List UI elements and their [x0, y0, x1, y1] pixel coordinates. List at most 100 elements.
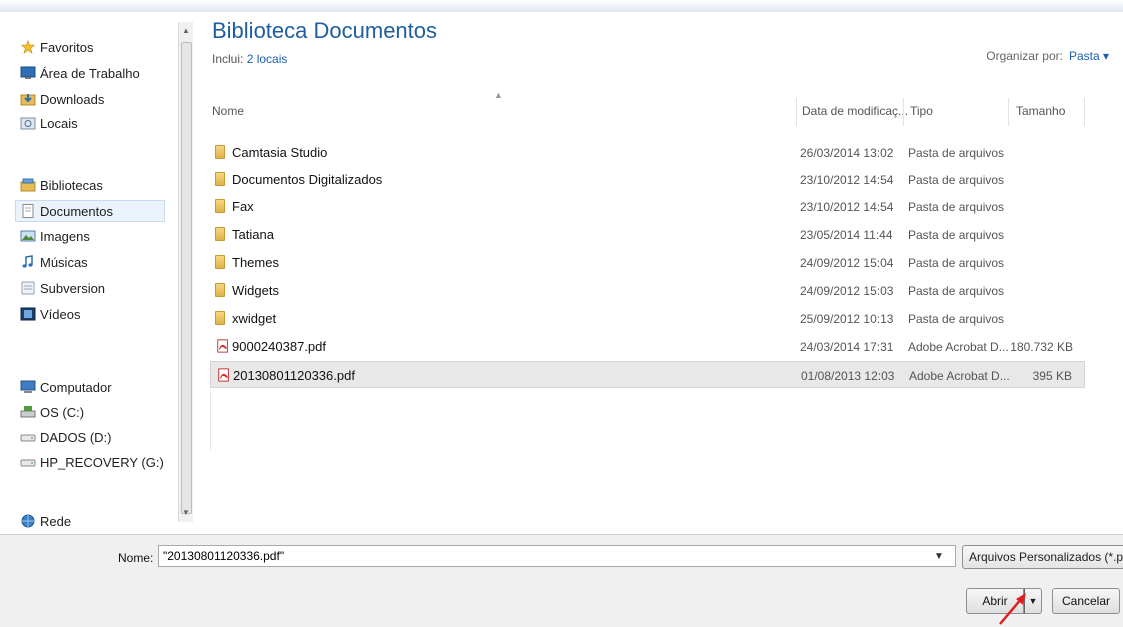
nav-favoritos[interactable]: Favoritos: [20, 36, 175, 58]
navigation-scrollbar[interactable]: ▲ ▼: [178, 22, 193, 522]
file-date: 24/03/2014 17:31: [800, 340, 894, 354]
file-row[interactable]: Camtasia Studio 26/03/2014 13:02 Pasta d…: [210, 139, 1085, 166]
desktop-icon: [20, 66, 36, 79]
file-name: Widgets: [232, 283, 279, 298]
file-row[interactable]: Documentos Digitalizados 23/10/2012 14:5…: [210, 166, 1085, 193]
file-row[interactable]: Tatiana 23/05/2014 11:44 Pasta de arquiv…: [210, 221, 1085, 248]
video-icon: [20, 307, 36, 321]
file-name: Themes: [232, 255, 279, 270]
file-name: Fax: [232, 199, 254, 214]
pictures-icon: [20, 230, 36, 242]
nav-label: Bibliotecas: [40, 177, 103, 193]
file-type-filter-dropdown[interactable]: Arquivos Personalizados (*.pdf) ▾: [962, 545, 1123, 569]
nav-label: Área de Trabalho: [40, 65, 140, 81]
file-name: Tatiana: [232, 227, 274, 242]
scroll-up-icon[interactable]: ▲: [182, 26, 190, 35]
folder-icon: [215, 255, 231, 269]
file-row-selected[interactable]: 20130801120336.pdf 01/08/2013 12:03 Adob…: [210, 361, 1085, 388]
folder-icon: [215, 311, 231, 325]
file-date: 23/10/2012 14:54: [800, 200, 894, 214]
nav-label: Subversion: [40, 280, 106, 296]
folder-icon: [215, 227, 231, 241]
file-name: 9000240387.pdf: [232, 339, 326, 354]
nav-subversion[interactable]: Subversion: [20, 277, 175, 299]
library-includes: Inclui: 2 locais: [212, 52, 287, 66]
file-date: 24/09/2012 15:04: [800, 256, 894, 270]
file-type: Pasta de arquivos: [908, 146, 1005, 160]
nav-label: Downloads: [40, 91, 105, 107]
file-row[interactable]: Fax 23/10/2012 14:54 Pasta de arquivos: [210, 193, 1085, 220]
nav-downloads[interactable]: Downloads: [20, 88, 175, 110]
computer-icon: [20, 380, 36, 393]
nav-documentos[interactable]: Documentos: [15, 200, 165, 222]
nav-label: Músicas: [40, 254, 88, 270]
column-header-name[interactable]: Nome: [212, 104, 244, 118]
folder-icon: [215, 145, 231, 159]
file-name: 20130801120336.pdf: [233, 368, 355, 383]
pdf-icon: [217, 339, 228, 353]
column-header-type[interactable]: Tipo: [910, 104, 933, 118]
nav-label: Computador: [40, 379, 112, 395]
file-list-edge: [210, 390, 211, 450]
scroll-down-icon[interactable]: ▼: [182, 508, 190, 517]
file-type: Pasta de arquivos: [908, 256, 1005, 270]
arrange-by-label: Organizar por:: [986, 49, 1063, 63]
navigation-pane: Favoritos Área de Trabalho Downloads Loc…: [0, 12, 178, 534]
nav-label: Documentos: [40, 203, 113, 219]
cancel-button[interactable]: Cancelar: [1052, 588, 1120, 614]
sort-indicator-icon: ▲: [494, 90, 503, 100]
window-top-strip: [0, 0, 1123, 12]
column-divider[interactable]: [903, 98, 904, 126]
drive-icon: [20, 459, 36, 467]
file-size: 180.732 KB: [1010, 340, 1073, 354]
subversion-icon: [21, 281, 35, 295]
nav-label: Vídeos: [40, 306, 81, 322]
nav-rede[interactable]: Rede: [20, 514, 175, 528]
includes-prefix: Inclui:: [212, 52, 244, 66]
file-row[interactable]: Widgets 24/09/2012 15:03 Pasta de arquiv…: [210, 277, 1085, 304]
file-name-history-dropdown-icon[interactable]: ▼: [934, 551, 944, 562]
folder-icon: [215, 172, 231, 186]
nav-os-c[interactable]: OS (C:): [20, 401, 175, 423]
folder-icon: [215, 199, 231, 213]
column-divider[interactable]: [1008, 98, 1009, 126]
nav-label: Imagens: [40, 228, 90, 244]
file-row[interactable]: Themes 24/09/2012 15:04 Pasta de arquivo…: [210, 249, 1085, 276]
nav-area-de-trabalho[interactable]: Área de Trabalho: [20, 62, 175, 84]
file-name: Documentos Digitalizados: [232, 172, 383, 187]
document-library-icon: [22, 204, 34, 218]
file-type: Adobe Acrobat D...: [908, 340, 1009, 354]
file-date: 25/09/2012 10:13: [800, 312, 894, 326]
file-row[interactable]: 9000240387.pdf 24/03/2014 17:31 Adobe Ac…: [210, 333, 1085, 360]
includes-locations-link[interactable]: 2 locais: [247, 52, 288, 66]
file-row[interactable]: xwidget 25/09/2012 10:13 Pasta de arquiv…: [210, 305, 1085, 332]
file-date: 23/10/2012 14:54: [800, 173, 894, 187]
nav-musicas[interactable]: Músicas: [20, 251, 175, 273]
arrange-by-dropdown[interactable]: Pasta ▾: [1069, 49, 1109, 63]
file-type: Pasta de arquivos: [908, 312, 1005, 326]
file-type: Pasta de arquivos: [908, 200, 1005, 214]
column-header-size[interactable]: Tamanho: [1016, 104, 1065, 118]
column-divider[interactable]: [796, 98, 797, 126]
network-icon: [21, 514, 35, 528]
nav-videos[interactable]: Vídeos: [20, 303, 175, 325]
music-icon: [22, 255, 33, 268]
column-header-date[interactable]: Data de modificaç...: [802, 104, 908, 118]
nav-label: Rede: [40, 514, 72, 528]
nav-computador[interactable]: Computador: [20, 376, 175, 398]
scrollbar-thumb[interactable]: [181, 42, 192, 514]
pdf-icon: [218, 368, 229, 382]
libraries-icon: [20, 178, 36, 192]
downloads-folder-icon: [20, 94, 36, 106]
nav-bibliotecas[interactable]: Bibliotecas: [20, 174, 175, 196]
library-title: Biblioteca Documentos: [212, 18, 438, 43]
annotation-arrow-icon: [999, 593, 1026, 625]
nav-dados-d[interactable]: DADOS (D:): [20, 426, 175, 448]
column-divider[interactable]: [1084, 98, 1085, 126]
nav-imagens[interactable]: Imagens: [20, 225, 175, 247]
file-name-field[interactable]: [158, 545, 956, 567]
nav-hp-recovery-g[interactable]: HP_RECOVERY (G:): [20, 451, 175, 473]
file-type: Pasta de arquivos: [908, 284, 1005, 298]
system-drive-icon: [20, 406, 36, 418]
nav-locais[interactable]: Locais: [20, 112, 175, 134]
